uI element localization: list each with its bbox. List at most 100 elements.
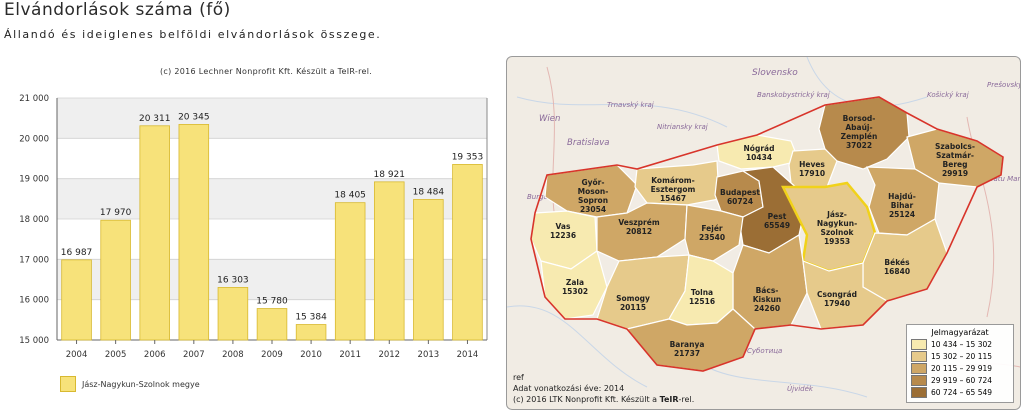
county-value: 23054 <box>580 205 606 214</box>
place-label: Banskobystrický kraj <box>757 91 830 99</box>
county-name: Tolna <box>691 288 713 297</box>
map-legend-swatch <box>911 339 927 350</box>
data-label-2004: 16 987 <box>61 248 93 258</box>
county-name: Bihar <box>891 201 914 210</box>
data-label-2012: 18 921 <box>374 170 406 180</box>
county-name: Abaúj- <box>845 123 872 132</box>
map-credit: (c) 2016 LTK Nonprofit Kft. Készült a Te… <box>513 395 695 404</box>
county-label: Tolna12516 <box>689 288 715 306</box>
bar-2014 <box>452 164 483 341</box>
map-footer: ref Adat vonatkozási éve: 2014 (c) 2016 … <box>513 372 694 405</box>
bar-2008 <box>217 287 249 341</box>
county-value: 16840 <box>884 267 910 276</box>
x-tick-label: 2004 <box>66 350 88 360</box>
data-label-2008: 16 303 <box>217 275 249 285</box>
county-label: Pest65549 <box>764 212 790 230</box>
county-name: Komárom- <box>651 176 695 185</box>
county-name: Fejér <box>701 224 723 233</box>
bar-2007 <box>178 124 210 341</box>
map-ref: ref <box>513 373 524 382</box>
data-label-2005: 17 970 <box>100 208 132 218</box>
x-tick-label: 2014 <box>457 350 479 360</box>
bar-2010 <box>295 324 327 341</box>
bar-2013 <box>413 199 444 341</box>
legend-label: Jász-Nagykun-Szolnok megye <box>82 379 200 389</box>
map-legend-title: Jelmagyarázat <box>931 328 989 337</box>
chart-legend: Jász-Nagykun-Szolnok megye <box>60 376 200 392</box>
county-value: 23540 <box>699 233 725 242</box>
county-name: Nagykun- <box>817 219 857 228</box>
data-label-2013: 18 484 <box>413 187 445 197</box>
county-label: Bács-Kiskun24260 <box>753 286 782 313</box>
county-name: Békés <box>884 258 910 267</box>
county-name: Pest <box>768 212 787 221</box>
county-value: 60724 <box>727 197 753 206</box>
county-value: 15467 <box>660 194 686 203</box>
county-label: Békés16840 <box>884 258 910 276</box>
county-label: Borsod-Abaúj-Zemplén37022 <box>841 114 878 150</box>
county-value: 65549 <box>764 221 790 230</box>
county-value: 25124 <box>889 210 915 219</box>
county-label: Heves17910 <box>799 160 825 178</box>
county-name: Bács- <box>756 286 779 295</box>
map-legend-label: 10 434 – 15 302 <box>931 340 993 349</box>
county-name: Szatmár- <box>936 151 974 160</box>
county-value: 12516 <box>689 297 715 306</box>
county-label: Hajdú-Bihar25124 <box>888 192 916 219</box>
county-value: 20812 <box>626 227 652 236</box>
county-value: 20115 <box>620 303 646 312</box>
county-label: Baranya21737 <box>670 340 705 358</box>
place-label: Wien <box>539 114 560 124</box>
y-tick-label: 18 000 <box>19 215 49 225</box>
y-tick-label: 16 000 <box>19 296 49 306</box>
county-name: Szolnok <box>821 228 855 237</box>
y-tick-label: 17 000 <box>19 255 49 265</box>
county-name: Győr- <box>581 178 604 187</box>
page-subtitle: Állandó és ideiglenes belföldi elvándorl… <box>4 28 382 41</box>
y-tick-label: 15 000 <box>19 336 49 346</box>
map-legend-label: 60 724 – 65 549 <box>931 388 993 397</box>
county-name: Zemplén <box>841 132 878 141</box>
y-tick-label: 20 000 <box>19 134 49 144</box>
data-label-2011: 18 405 <box>334 191 366 201</box>
bar-2004 <box>61 259 92 341</box>
legend-swatch <box>60 376 76 392</box>
county-value: 37022 <box>846 141 872 150</box>
map-legend: Jelmagyarázat 10 434 – 15 302 15 302 – 20… <box>906 324 1014 403</box>
place-label: Košický kraj <box>927 91 969 99</box>
county-name: Bereg <box>943 160 968 169</box>
data-label-2006: 20 311 <box>139 114 171 124</box>
county-value: 17940 <box>824 299 850 308</box>
county-value: 17910 <box>799 169 825 178</box>
county-name: Esztergom <box>651 185 696 194</box>
grid-band <box>57 98 487 139</box>
y-tick-label: 19 000 <box>19 175 49 185</box>
county-value: 19353 <box>824 237 850 246</box>
county-name: Hajdú- <box>888 192 916 201</box>
x-tick-label: 2009 <box>261 350 283 360</box>
county-name: Baranya <box>670 340 705 349</box>
county-name: Kiskun <box>753 295 782 304</box>
data-label-2007: 20 345 <box>178 112 210 122</box>
place-label: Prešovský kraj <box>987 81 1020 89</box>
bar-2011 <box>334 202 366 341</box>
map-legend-swatch <box>911 351 927 362</box>
county-name: Budapest <box>720 188 760 197</box>
map-panel: Slovensko Wien Bratislava Banskobystrický k… <box>506 56 1021 410</box>
y-tick-label: 21 000 <box>19 94 49 104</box>
county-label: Győr-Moson-Sopron23054 <box>578 178 609 214</box>
x-tick-label: 2008 <box>222 350 244 360</box>
county-name: Moson- <box>578 187 609 196</box>
map-legend-label: 15 302 – 20 115 <box>931 352 993 361</box>
county-name: Szabolcs- <box>935 142 975 151</box>
county-name: Vas <box>556 222 571 231</box>
county-name: Zala <box>566 278 584 287</box>
county-name: Somogy <box>616 294 650 303</box>
map-legend-label: 20 115 – 29 919 <box>931 364 993 373</box>
chart-credit: (c) 2016 Lechner Nonprofit Kft. Készült … <box>160 67 373 76</box>
county-value: 21737 <box>674 349 700 358</box>
data-label-2009: 15 780 <box>256 297 288 307</box>
place-label: Bratislava <box>567 138 609 148</box>
bar-2005 <box>100 219 131 341</box>
place-label: Nitriansky kraj <box>657 123 708 131</box>
